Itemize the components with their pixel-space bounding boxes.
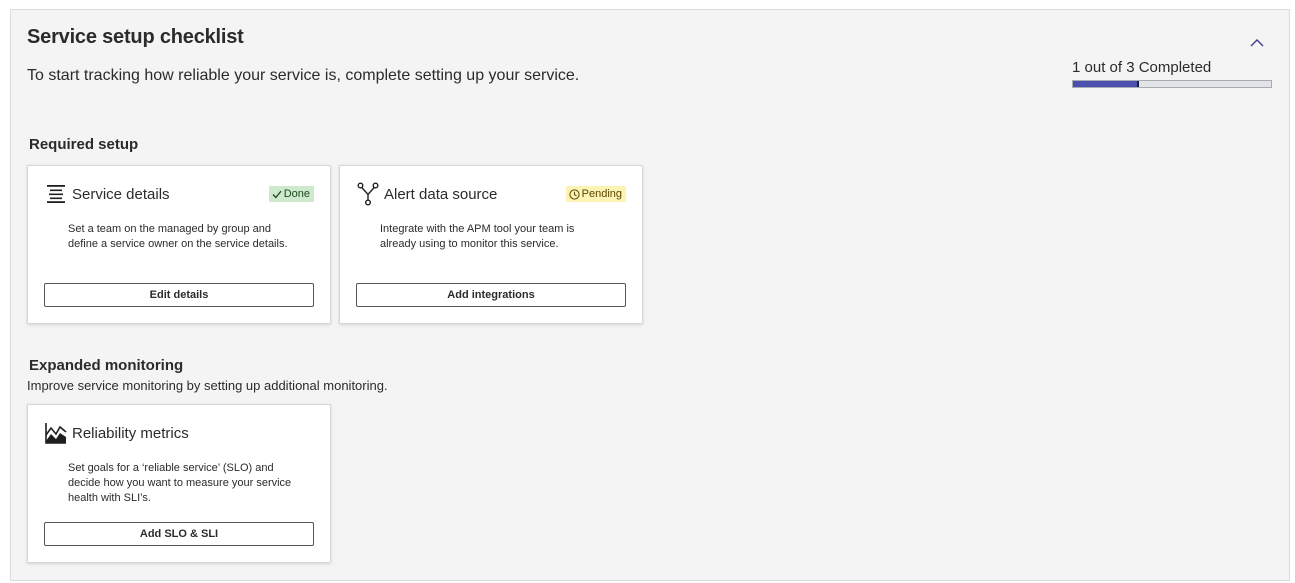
add-slo-sli-button[interactable]: Add SLO & SLI bbox=[44, 522, 314, 546]
card-title: Service details bbox=[72, 185, 170, 203]
reliability-metrics-card: Reliability metrics Set goals for a ‘rel… bbox=[27, 404, 331, 563]
completion-progress: 1 out of 3 Completed bbox=[1072, 59, 1272, 88]
line-chart-icon bbox=[44, 421, 68, 445]
card-title: Reliability metrics bbox=[72, 424, 189, 442]
alert-data-source-card: Alert data source Pending Integrate with… bbox=[339, 165, 643, 324]
panel-title: Service setup checklist bbox=[27, 26, 244, 48]
card-description: Set a team on the managed by group and d… bbox=[68, 223, 288, 250]
edit-details-button[interactable]: Edit details bbox=[44, 283, 314, 307]
add-integrations-button[interactable]: Add integrations bbox=[356, 283, 626, 307]
progress-fill bbox=[1073, 81, 1139, 87]
status-badge-label: Pending bbox=[581, 188, 622, 200]
chevron-up-icon bbox=[1250, 38, 1264, 46]
panel-description: To start tracking how reliable your serv… bbox=[27, 67, 580, 84]
progress-track bbox=[1072, 80, 1272, 88]
required-setup-heading: Required setup bbox=[29, 136, 139, 153]
service-details-card: Service details Done Set a team on the m… bbox=[27, 165, 331, 324]
clock-icon bbox=[569, 188, 580, 200]
card-description: Integrate with the APM tool your team is… bbox=[380, 223, 575, 250]
collapse-button[interactable] bbox=[1247, 32, 1267, 52]
list-align-icon bbox=[44, 182, 68, 206]
status-badge: Pending bbox=[565, 186, 626, 202]
service-setup-checklist-panel: Service setup checklist To start trackin… bbox=[10, 9, 1290, 581]
card-title: Alert data source bbox=[384, 185, 498, 203]
progress-label: 1 out of 3 Completed bbox=[1072, 59, 1212, 76]
card-description: Set goals for a ‘reliable service’ (SLO)… bbox=[68, 462, 292, 504]
status-badge-label: Done bbox=[283, 188, 310, 200]
expanded-monitoring-heading: Expanded monitoring bbox=[29, 357, 184, 374]
checkmark-icon bbox=[272, 190, 282, 198]
status-badge: Done bbox=[268, 186, 314, 202]
expanded-monitoring-subtitle: Improve service monitoring by setting up… bbox=[27, 378, 388, 393]
branch-icon bbox=[356, 182, 380, 206]
